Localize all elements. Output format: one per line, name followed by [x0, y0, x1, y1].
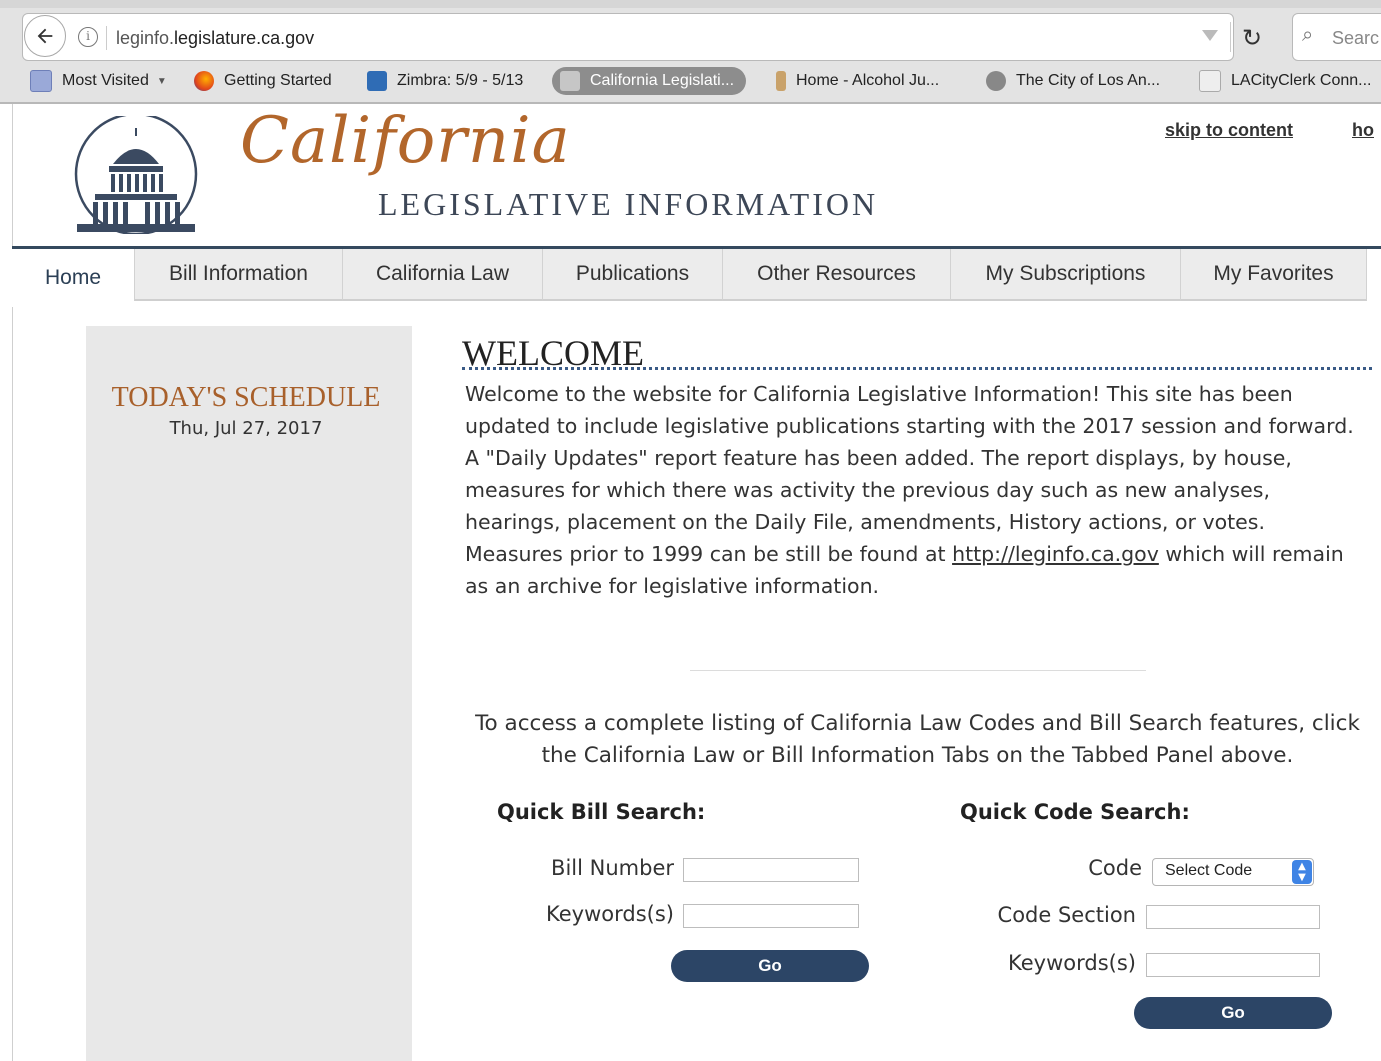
bookmarks-toolbar: Most Visited ▼ Getting Started Zimbra: 5… [0, 64, 1381, 100]
select-arrows-icon: ▲ ▼ [1292, 860, 1312, 884]
reload-icon[interactable]: ↻ [1242, 24, 1262, 52]
code-select-value: Select Code [1165, 862, 1253, 879]
tab-california-law[interactable]: California Law [342, 249, 542, 301]
welcome-paragraph-1: Welcome to the website for California Le… [465, 382, 1354, 438]
welcome-paragraph-2: A "Daily Updates" report feature has bee… [465, 446, 1292, 534]
bill-keywords-label: Keywords(s) [546, 902, 674, 926]
bill-search-go-button[interactable]: Go [671, 950, 869, 982]
tab-home[interactable]: Home [12, 249, 134, 307]
access-instructions: To access a complete listing of Californ… [475, 711, 1360, 768]
bookmark-label: Getting Started [224, 72, 332, 89]
bookmark-california-legislative[interactable]: California Legislati... [552, 67, 747, 95]
bill-number-label: Bill Number [551, 856, 674, 880]
code-keywords-input[interactable] [1146, 953, 1320, 977]
browser-search-placeholder: Searc [1332, 28, 1380, 48]
welcome-text: Welcome to the website for California Le… [465, 378, 1365, 602]
bookmark-alcohol[interactable]: Home - Alcohol Ju... [776, 64, 939, 98]
tab-my-favorites[interactable]: My Favorites [1180, 249, 1367, 301]
tab-other-resources[interactable]: Other Resources [722, 249, 950, 301]
back-button[interactable] [24, 15, 66, 57]
firefox-icon [194, 71, 214, 91]
code-label: Code [1088, 856, 1142, 880]
tab-bill-information[interactable]: Bill Information [134, 249, 342, 301]
chevron-down-icon: ▼ [156, 75, 167, 87]
content-divider [690, 670, 1146, 671]
code-keywords-label: Keywords(s) [1008, 951, 1136, 975]
search-icon: ⌕ [1302, 22, 1314, 46]
welcome-paragraph-3: Measures prior to 1999 can be still be f… [465, 542, 953, 566]
bookmark-most-visited[interactable]: Most Visited ▼ [30, 64, 167, 98]
leginfo-archive-link[interactable]: http://leginfo.ca.gov [952, 542, 1159, 566]
clerk-icon [1199, 70, 1221, 92]
logo-california-script: California [240, 104, 571, 178]
bookmark-zimbra[interactable]: Zimbra: 5/9 - 5/13 [367, 64, 523, 98]
schedule-title: TODAY'S SCHEDULE [111, 382, 381, 413]
bookmark-label: LACityClerk Conn... [1231, 72, 1372, 89]
header-home-link[interactable]: ho [1352, 120, 1374, 141]
skip-to-content-link[interactable]: skip to content [1165, 120, 1293, 141]
bookmark-label: California Legislati... [590, 72, 735, 89]
quick-code-search-title: Quick Code Search: [960, 800, 1190, 824]
reload-separator [1230, 22, 1231, 52]
zimbra-icon [367, 71, 387, 91]
capitol-dome-logo [74, 116, 198, 234]
bookmark-label: Most Visited [62, 72, 149, 89]
code-section-input[interactable] [1146, 905, 1320, 929]
main-nav: Home Bill Information California Law Pub… [12, 249, 1381, 307]
folder-icon [30, 70, 52, 92]
logo-subtitle: LEGISLATIVE INFORMATION [378, 186, 879, 222]
capitol-icon [560, 71, 580, 91]
quick-bill-search-title: Quick Bill Search: [497, 800, 706, 824]
tab-my-subscriptions[interactable]: My Subscriptions [950, 249, 1180, 301]
browser-chrome: i leginfo.legislature.ca.gov ↻ ⌕ Searc M… [0, 0, 1381, 104]
globe-icon [986, 71, 1006, 91]
bill-keywords-input[interactable] [683, 904, 859, 928]
bookmark-label: Home - Alcohol Ju... [796, 72, 940, 89]
bookmark-label: Zimbra: 5/9 - 5/13 [397, 72, 524, 89]
alcohol-icon [776, 71, 786, 91]
url-dropdown-icon[interactable] [1202, 30, 1218, 41]
bookmark-city-of-la[interactable]: The City of Los An... [986, 64, 1160, 98]
url-text[interactable]: leginfo.legislature.ca.gov [116, 28, 314, 49]
tab-strip [0, 0, 1381, 8]
tab-publications[interactable]: Publications [542, 249, 722, 301]
code-search-go-button[interactable]: Go [1134, 997, 1332, 1029]
sidebar: TODAY'S SCHEDULE Thu, Jul 27, 2017 [86, 326, 412, 1061]
schedule-date: Thu, Jul 27, 2017 [169, 418, 323, 439]
bookmark-label: The City of Los An... [1016, 72, 1161, 89]
info-icon[interactable]: i [78, 27, 98, 47]
bookmark-getting-started[interactable]: Getting Started [194, 64, 332, 98]
bill-number-input[interactable] [683, 858, 859, 882]
welcome-underline [462, 367, 1372, 370]
back-arrow-icon [37, 28, 53, 44]
bookmark-lacityclerk[interactable]: LACityClerk Conn... [1199, 64, 1372, 98]
code-section-label: Code Section [997, 903, 1136, 927]
url-separator [106, 26, 107, 50]
